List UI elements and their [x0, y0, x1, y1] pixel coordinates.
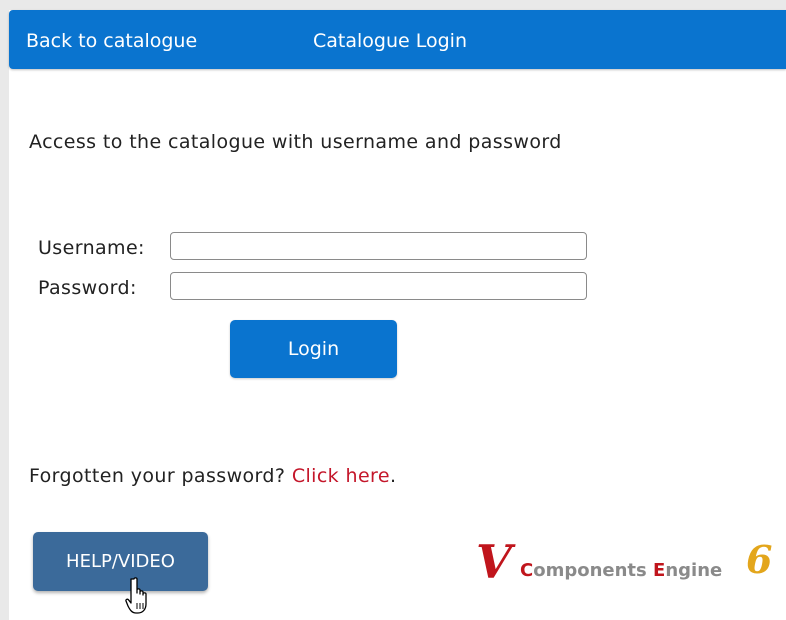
logo-e: E — [653, 560, 666, 581]
forgot-suffix: . — [389, 465, 397, 487]
password-label: Password: — [38, 277, 137, 299]
password-field[interactable] — [170, 272, 587, 300]
intro-text: Access to the catalogue with username an… — [29, 131, 562, 153]
login-button[interactable]: Login — [230, 320, 397, 378]
forgot-password-text: Forgotten your password? — [29, 465, 286, 487]
back-to-catalogue-link[interactable]: Back to catalogue — [26, 30, 197, 52]
logo-ngine: ngine — [665, 560, 723, 581]
logo-version-six: 6 — [746, 537, 773, 582]
logo-wordmark: Components Engine — [520, 560, 722, 581]
components-engine-logo: V Components Engine 6 — [476, 537, 781, 587]
login-panel: Back to catalogue Catalogue Login Access… — [9, 10, 786, 620]
catalogue-login-link[interactable]: Catalogue Login — [313, 30, 467, 52]
forgot-password-line: Forgotten your password? Click here. — [29, 465, 396, 487]
help-video-button[interactable]: HELP/VIDEO — [33, 532, 208, 591]
logo-c: C — [520, 560, 534, 581]
username-field[interactable] — [170, 232, 587, 260]
username-label: Username: — [38, 237, 145, 259]
hand-pointer-icon — [125, 577, 147, 614]
click-here-link[interactable]: Click here — [292, 465, 390, 487]
logo-omponents: omponents — [533, 560, 647, 581]
top-navigation-bar: Back to catalogue Catalogue Login — [9, 10, 786, 69]
logo-v-letter: V — [476, 535, 512, 589]
